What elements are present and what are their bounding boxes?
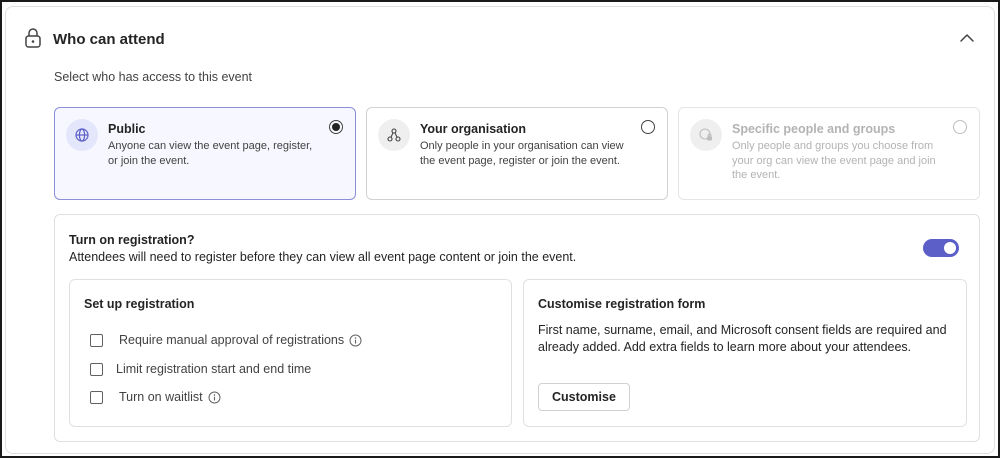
chevron-up-icon[interactable]	[958, 31, 976, 45]
checkbox-label: Turn on waitlist	[119, 390, 203, 404]
radio-button[interactable]	[641, 120, 655, 134]
setup-title: Set up registration	[84, 297, 195, 311]
section-title: Who can attend	[53, 31, 165, 48]
checkbox-row-limit-time[interactable]: Limit registration start and end time	[90, 360, 311, 378]
checkbox-row-manual-approval[interactable]: Require manual approval of registrations	[90, 331, 362, 349]
option-description: Only people and groups you choose from y…	[732, 140, 936, 181]
registration-toggle[interactable]	[923, 239, 959, 257]
checkbox-label: Require manual approval of registrations	[119, 333, 345, 347]
option-title: Public	[108, 122, 146, 136]
radio-dot	[332, 123, 340, 131]
info-icon[interactable]	[349, 334, 362, 347]
radio-button	[953, 120, 967, 134]
app-frame: Who can attend Select who has access to …	[0, 0, 1000, 458]
customise-button[interactable]: Customise	[538, 383, 630, 411]
checkbox-label: Limit registration start and end time	[116, 362, 312, 376]
registration-section: Turn on registration? Attendees will nee…	[54, 214, 980, 442]
manual-approval-checkbox[interactable]	[90, 333, 103, 347]
organization-icon	[378, 119, 410, 151]
option-description: Only people in your organisation can vie…	[420, 140, 624, 167]
option-specific-people: Specific people and groups Only people a…	[678, 107, 980, 200]
waitlist-checkbox[interactable]	[90, 390, 103, 404]
checkbox-row-waitlist[interactable]: Turn on waitlist	[90, 388, 221, 406]
toggle-knob	[944, 242, 956, 254]
limit-time-checkbox[interactable]	[90, 362, 103, 376]
lock-icon	[24, 27, 42, 49]
people-lock-icon	[690, 119, 722, 151]
section-header[interactable]: Who can attend	[24, 25, 976, 55]
setup-registration-card: Set up registration Require manual appro…	[69, 279, 512, 427]
customise-title: Customise registration form	[538, 297, 706, 311]
customise-description: First name, surname, email, and Microsof…	[538, 323, 947, 354]
registration-title: Turn on registration?	[69, 233, 195, 247]
who-can-attend-panel: Who can attend Select who has access to …	[5, 6, 995, 454]
option-description: Anyone can view the event page, register…	[108, 140, 313, 167]
registration-description: Attendees will need to register before t…	[69, 250, 577, 264]
option-public[interactable]: Public Anyone can view the event page, r…	[54, 107, 356, 200]
section-subtitle: Select who has access to this event	[54, 70, 253, 84]
option-organisation[interactable]: Your organisation Only people in your or…	[366, 107, 668, 200]
info-icon[interactable]	[208, 391, 221, 404]
option-title: Your organisation	[420, 122, 527, 136]
globe-icon	[66, 119, 98, 151]
customise-form-card: Customise registration form First name, …	[523, 279, 967, 427]
radio-button[interactable]	[329, 120, 343, 134]
option-title: Specific people and groups	[732, 122, 896, 136]
